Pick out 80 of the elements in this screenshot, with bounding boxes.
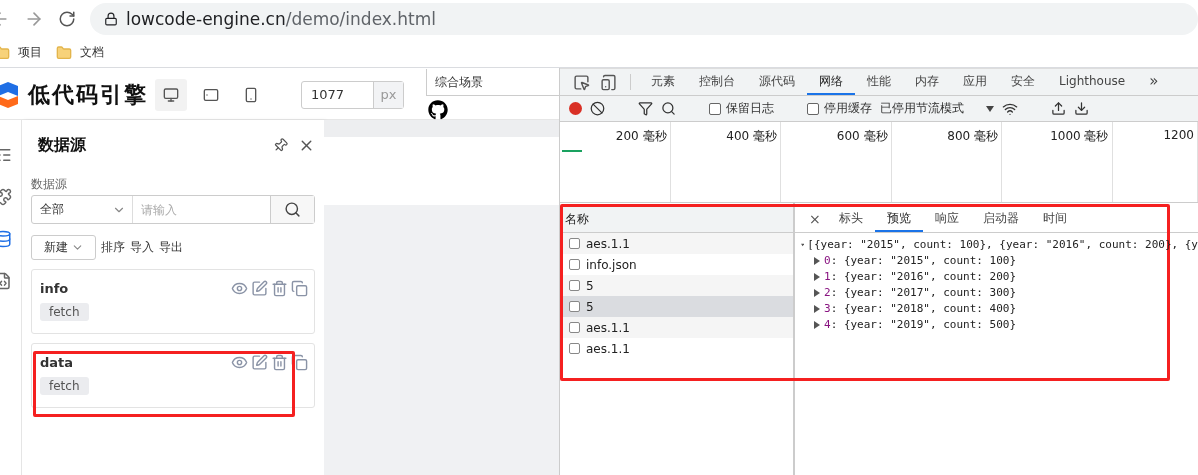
bookmark[interactable]: 文档 — [56, 44, 104, 61]
time-tick: 600 毫秒 — [836, 128, 888, 145]
data-source-card[interactable]: data fetch — [31, 343, 315, 408]
clear-icon[interactable] — [590, 101, 605, 116]
filter-icon[interactable] — [638, 101, 653, 116]
devtools-tab[interactable]: 应用 — [951, 69, 999, 95]
detail-tab[interactable]: 预览 — [874, 206, 923, 232]
close-button[interactable]: × — [803, 206, 827, 232]
delete-icon[interactable] — [271, 280, 288, 297]
devtools-tab[interactable]: 源代码 — [747, 69, 807, 95]
logo-icon — [0, 81, 20, 108]
tablet-icon — [203, 86, 219, 103]
throttle-select[interactable]: 已停用节流模式 — [880, 100, 994, 117]
devtools-tab[interactable]: 控制台 — [687, 69, 747, 95]
request-row[interactable]: aes.1.1 — [560, 233, 793, 254]
github-icon[interactable] — [428, 100, 448, 120]
dropdown-triangle-icon — [986, 105, 994, 112]
type-tag: fetch — [40, 377, 89, 395]
address-bar[interactable]: lowcode-engine.cn/demo/index.html — [90, 3, 1198, 35]
devtools-tab[interactable]: Lighthouse — [1047, 69, 1138, 95]
reload-icon[interactable] — [58, 10, 76, 28]
request-row[interactable]: aes.1.1 — [560, 317, 793, 338]
desktop-view-button[interactable] — [155, 78, 187, 111]
record-button[interactable] — [569, 102, 582, 115]
detail-tab[interactable]: 响应 — [922, 206, 971, 232]
filter-label: 数据源 — [31, 176, 68, 193]
search-icon[interactable] — [661, 101, 676, 116]
source-name: info — [40, 281, 69, 296]
edit-icon[interactable] — [251, 280, 268, 297]
detail-tab[interactable]: 启动器 — [970, 206, 1031, 232]
eye-icon[interactable] — [231, 280, 248, 297]
inspect-icon[interactable] — [573, 73, 590, 91]
action-link[interactable]: 导入 — [130, 239, 154, 256]
time-tick: 400 毫秒 — [726, 128, 777, 145]
preview-entry: 2: {year: "2017", count: 300} — [824, 286, 1017, 299]
logo-text: 低代码引擎 — [28, 80, 148, 109]
copy-icon[interactable] — [291, 280, 308, 297]
bookmark[interactable]: 项目 — [0, 44, 42, 61]
edit-icon[interactable] — [251, 354, 268, 371]
data-source-card[interactable]: info fetch — [31, 269, 315, 334]
device-toolbar-icon[interactable] — [600, 73, 617, 91]
source-name: data — [40, 355, 74, 370]
name-column-header: 名称 — [560, 206, 793, 233]
action-link[interactable]: 排序 — [101, 239, 125, 256]
phone-icon — [243, 86, 259, 103]
search-icon — [284, 201, 301, 218]
lock-icon — [104, 12, 118, 26]
search-button[interactable] — [270, 196, 314, 223]
preview-entry: 0: {year: "2015", count: 100} — [824, 254, 1017, 267]
delete-icon[interactable] — [271, 354, 288, 371]
detail-tab[interactable]: 标头 — [826, 206, 875, 232]
width-input[interactable]: 1077 px — [301, 80, 404, 109]
time-tick: 1200 — [1163, 128, 1194, 144]
time-tick: 200 毫秒 — [615, 128, 667, 145]
type-tag: fetch — [40, 303, 89, 321]
preview-entry: 1: {year: "2016", count: 200} — [824, 270, 1017, 283]
monitor-icon — [163, 86, 179, 103]
request-row[interactable]: 5 — [560, 296, 793, 317]
devtools-tab[interactable]: 安全 — [999, 69, 1047, 95]
eye-icon[interactable] — [231, 354, 248, 371]
request-row[interactable]: 5 — [560, 275, 793, 296]
search-group[interactable]: 全部 请输入 — [31, 195, 315, 224]
time-tick: 800 毫秒 — [947, 128, 998, 145]
scene-select[interactable]: 综合场景 — [426, 69, 559, 96]
time-tick: 1000 毫秒 — [1050, 128, 1109, 145]
export-icon[interactable] — [1074, 101, 1089, 116]
folder-icon — [56, 44, 72, 61]
devtools-tab[interactable]: 元素 — [639, 69, 687, 95]
detail-tab[interactable]: 时间 — [1030, 206, 1079, 232]
action-link[interactable]: 导出 — [159, 239, 183, 256]
import-icon[interactable] — [1051, 101, 1066, 116]
preview-entry: 4: {year: "2019", count: 500} — [824, 318, 1017, 331]
more-tabs-button[interactable]: » — [1137, 69, 1171, 95]
preserve-log-checkbox[interactable]: 保留日志 — [709, 100, 774, 117]
panel-title: 数据源 — [38, 134, 86, 156]
disable-cache-checkbox[interactable]: 停用缓存 — [807, 100, 872, 117]
devtools-tab[interactable]: 性能 — [855, 69, 903, 95]
preview-entry: 3: {year: "2018", count: 400} — [824, 302, 1017, 315]
devtools-tab[interactable]: 内存 — [903, 69, 951, 95]
new-button[interactable]: 新建 — [31, 235, 96, 260]
